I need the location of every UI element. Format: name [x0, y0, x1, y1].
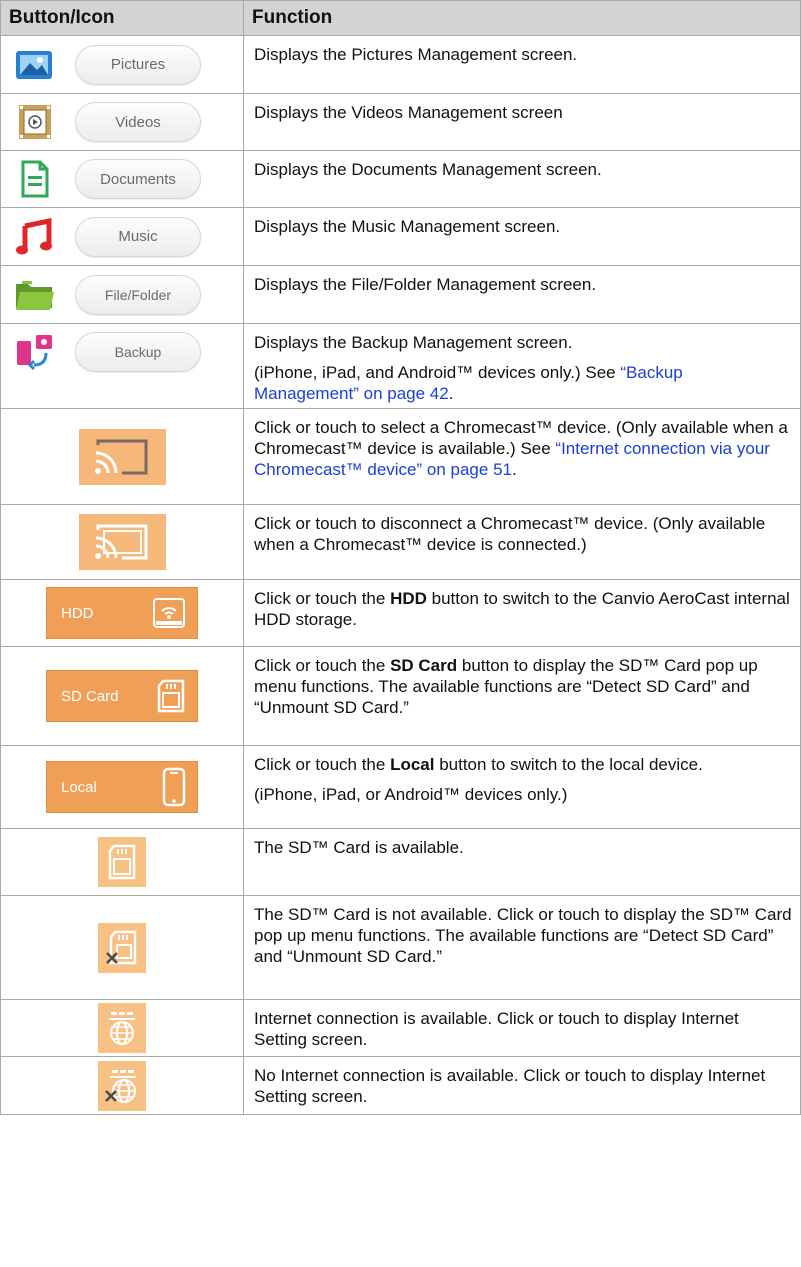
row-description: Click or touch the HDD button to switch …	[254, 588, 792, 630]
internet-available-icon[interactable]	[98, 1003, 146, 1053]
pictures-button[interactable]: Pictures	[75, 44, 201, 85]
hdd-icon	[153, 598, 185, 628]
sd-card-button[interactable]: SD Card	[46, 670, 198, 722]
documents-icon[interactable]	[11, 159, 59, 199]
internet-unavailable-icon[interactable]	[98, 1060, 146, 1111]
row-description: The SD™ Card is available.	[254, 838, 464, 857]
table-row: Internet connection is available. Click …	[0, 999, 801, 1057]
file-folder-icon[interactable]	[11, 275, 59, 315]
bold-term: Local	[390, 755, 435, 774]
header-button-icon: Button/Icon	[0, 0, 244, 36]
file-folder-button[interactable]: File/Folder	[75, 274, 201, 315]
sd-card-button-label: SD Card	[61, 687, 119, 705]
row-description: Displays the Documents Management screen…	[254, 160, 602, 179]
row-description: Click or touch the SD Card button to dis…	[254, 655, 792, 718]
header-function: Function	[243, 0, 801, 36]
table-row: No Internet connection is available. Cli…	[0, 1056, 801, 1115]
bold-term: HDD	[390, 589, 427, 608]
table-row: Pictures Displays the Pictures Managemen…	[0, 35, 801, 94]
table-row: Click or touch to disconnect a Chromecas…	[0, 504, 801, 580]
row-description: Displays the Videos Management screen	[254, 103, 563, 122]
backup-icon[interactable]	[11, 332, 59, 372]
row-description: The SD™ Card is not available. Click or …	[254, 905, 792, 966]
table-row: HDD Click or touch the HDD button to swi…	[0, 579, 801, 647]
row-description: Click or touch to disconnect a Chromecas…	[254, 514, 766, 554]
pictures-icon[interactable]	[11, 45, 59, 85]
table-row: Local Click or touch the Local button to…	[0, 745, 801, 829]
row-text-end: button to switch to the local device.	[434, 755, 703, 774]
chromecast-connected-icon[interactable]	[78, 514, 166, 570]
table-row: Videos Displays the Videos Management sc…	[0, 93, 801, 151]
row-description: Displays the File/Folder Management scre…	[254, 275, 597, 294]
row-text: Click or touch the	[254, 656, 391, 675]
row-text: Click or touch the	[254, 755, 391, 774]
phone-icon	[162, 767, 186, 807]
local-button-label: Local	[61, 778, 97, 796]
videos-button[interactable]: Videos	[75, 102, 201, 142]
sd-available-icon[interactable]	[98, 837, 146, 887]
table-row: Music Displays the Music Management scre…	[0, 207, 801, 266]
documents-button[interactable]: Documents	[75, 159, 201, 199]
row-text-end: .	[511, 460, 517, 479]
sd-unavailable-icon[interactable]	[98, 922, 146, 973]
bold-term: SD Card	[390, 656, 458, 675]
chromecast-cast-icon[interactable]	[78, 428, 166, 485]
table-row: Documents Displays the Documents Managem…	[0, 150, 801, 208]
table-row: Backup Displays the Backup Management sc…	[0, 323, 801, 409]
table-row: SD Card Click or touch the SD Card butto…	[0, 646, 801, 746]
music-icon[interactable]	[11, 217, 59, 257]
row-description-note: (iPhone, iPad, and Android™ devices only…	[254, 362, 792, 404]
table-row: The SD™ Card is available.	[0, 828, 801, 896]
row-description: Click or touch to select a Chromecast™ d…	[254, 417, 792, 480]
row-text: Click or touch the	[254, 589, 391, 608]
music-button[interactable]: Music	[75, 216, 201, 257]
note-text: (iPhone, iPad, and Android™ devices only…	[254, 363, 621, 382]
table-header-row: Button/Icon Function	[0, 0, 801, 36]
table-row: File/Folder Displays the File/Folder Man…	[0, 265, 801, 324]
row-description: Displays the Music Management screen.	[254, 217, 561, 236]
row-description: Click or touch the Local button to switc…	[254, 754, 792, 775]
hdd-button[interactable]: HDD	[46, 587, 198, 639]
sd-card-icon	[157, 679, 185, 713]
row-description: No Internet connection is available. Cli…	[254, 1066, 766, 1106]
button-icon-table: Button/Icon Function Pictures Displays t…	[0, 0, 801, 1115]
videos-icon[interactable]	[11, 102, 59, 142]
table-row: Click or touch to select a Chromecast™ d…	[0, 408, 801, 505]
hdd-button-label: HDD	[61, 604, 94, 622]
row-description: Displays the Pictures Management screen.	[254, 45, 578, 64]
row-description: Internet connection is available. Click …	[254, 1009, 739, 1049]
row-description: Displays the Backup Management screen.	[254, 333, 573, 352]
table-row: The SD™ Card is not available. Click or …	[0, 895, 801, 1000]
note-end: .	[448, 384, 454, 403]
backup-button[interactable]: Backup	[75, 332, 201, 372]
row-description-note: (iPhone, iPad, or Android™ devices only.…	[254, 785, 568, 804]
local-button[interactable]: Local	[46, 761, 198, 813]
